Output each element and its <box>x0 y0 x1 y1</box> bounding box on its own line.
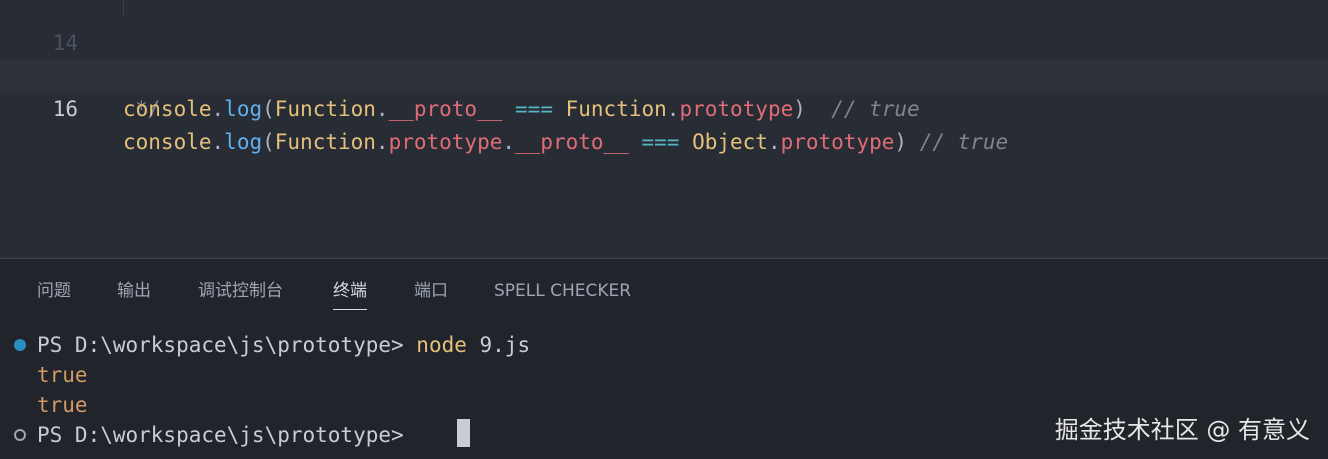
indent-guide <box>123 0 124 16</box>
token-function: log <box>224 97 263 121</box>
token-paren: ( <box>262 97 275 121</box>
token-property: __proto__ <box>388 97 503 121</box>
tab-ports[interactable]: 端口 <box>414 279 448 309</box>
token-dot: . <box>502 130 516 154</box>
token-paren: ( <box>262 130 275 154</box>
terminal-output-line: true <box>37 393 88 417</box>
token-object: console <box>123 97 212 121</box>
token-paren: ) <box>894 130 908 154</box>
token-object: Function <box>274 130 376 154</box>
terminal-command-line: PS D:\workspace\js\prototype> node 9.js <box>37 330 530 360</box>
code-content: console.log(Function.__proto__ === Funct… <box>123 93 920 126</box>
command-pending-dot-icon <box>14 429 26 441</box>
token-object: Function <box>565 97 667 121</box>
tab-output[interactable]: 输出 <box>117 279 151 309</box>
token-object: Object <box>692 130 768 154</box>
terminal-command-args: 9.js <box>466 333 531 357</box>
token-dot: . <box>767 130 781 154</box>
terminal-prompt: PS D:\workspace\js\prototype> <box>37 423 417 447</box>
token-property: __proto__ <box>515 130 629 154</box>
panel-tabs: 问题 输出 调试控制台 终端 端口 SPELL CHECKER <box>0 259 1328 321</box>
tab-debug-console[interactable]: 调试控制台 <box>198 279 283 309</box>
token-object: Function <box>274 97 376 121</box>
token-property: prototype <box>679 97 794 121</box>
terminal-command-name: node <box>416 333 467 357</box>
token-dot: . <box>211 97 225 121</box>
terminal-output-line: true <box>37 363 88 387</box>
token-operator: === <box>641 130 680 154</box>
token-dot: . <box>211 130 225 154</box>
token-comment: // true <box>831 97 920 121</box>
token-comment: // true <box>919 130 1009 154</box>
terminal-prompt: PS D:\workspace\js\prototype> <box>37 333 417 357</box>
token-paren: ) <box>793 97 806 121</box>
token-dot: . <box>375 97 389 121</box>
tab-terminal[interactable]: 终端 <box>333 279 367 310</box>
code-line-16[interactable]: 16 console.log(Function.prototype.__prot… <box>0 60 1328 154</box>
command-success-dot-icon <box>14 339 26 351</box>
code-line-14[interactable]: 14 */ <box>0 0 1328 121</box>
token-function: log <box>224 130 263 154</box>
token-property: prototype <box>780 130 895 154</box>
token-object: console <box>123 130 212 154</box>
token-dot: . <box>375 130 389 154</box>
terminal-cursor <box>457 419 470 447</box>
token-dot: . <box>666 97 680 121</box>
line-number: 16 <box>52 97 78 121</box>
token-property: prototype <box>388 130 503 154</box>
terminal-prompt-line: PS D:\workspace\js\prototype> <box>37 420 416 450</box>
code-line-15[interactable]: 15 console.log(Function.__proto__ === Fu… <box>0 27 1328 121</box>
code-content: console.log(Function.prototype.__proto__… <box>123 126 1008 159</box>
bottom-panel: 问题 输出 调试控制台 终端 端口 SPELL CHECKER PS D:\wo… <box>0 258 1328 459</box>
token-operator: === <box>515 97 553 121</box>
tab-spell-checker[interactable]: SPELL CHECKER <box>494 279 631 309</box>
code-editor[interactable]: 14 */ 15 console.log(Function.__proto__ … <box>0 0 1328 258</box>
watermark: 掘金技术社区 @ 有意义 <box>1054 416 1310 444</box>
tab-problems[interactable]: 问题 <box>37 279 71 309</box>
